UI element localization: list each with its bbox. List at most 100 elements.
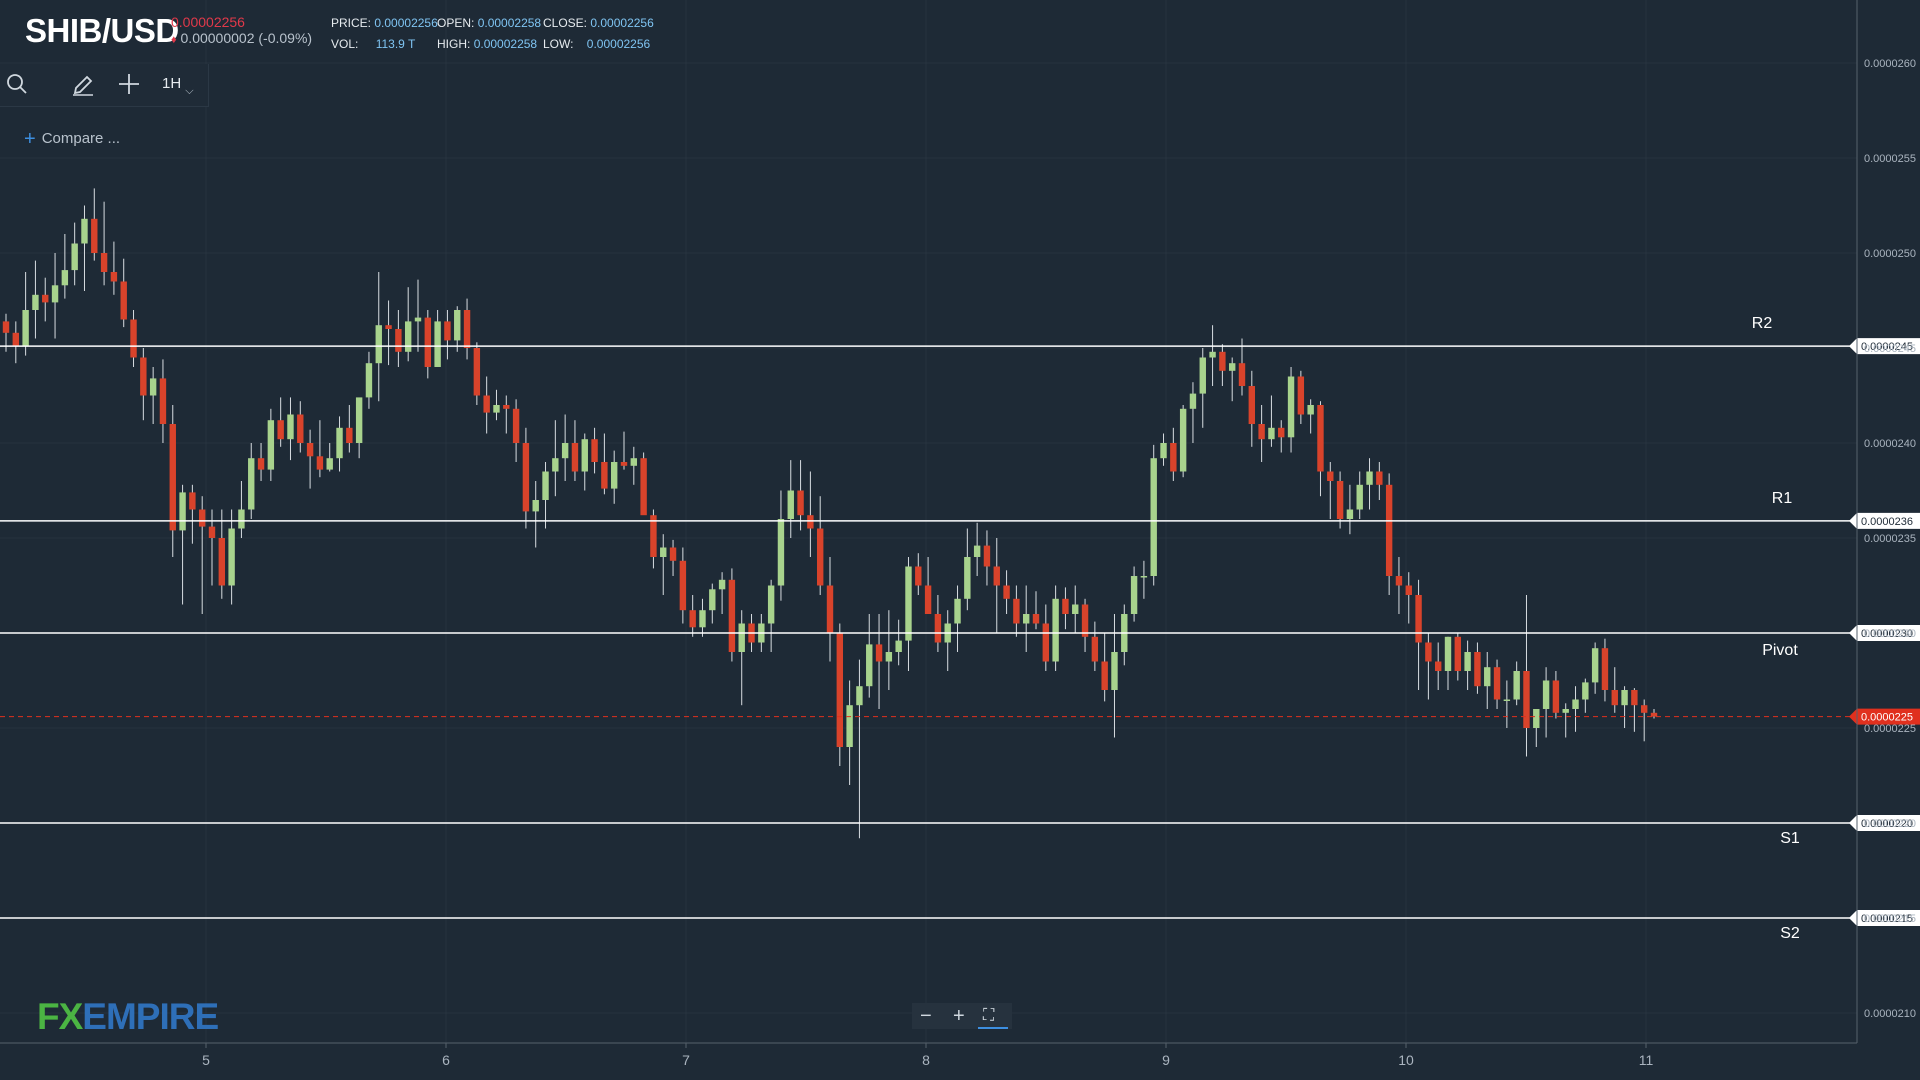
pencil-icon[interactable] xyxy=(71,73,95,101)
candle xyxy=(1130,566,1138,622)
candle xyxy=(807,471,814,557)
candle xyxy=(51,253,59,339)
candle-body xyxy=(473,348,481,396)
candle-body xyxy=(679,560,687,611)
candle-body xyxy=(434,321,441,367)
compare-button[interactable]: + Compare ... xyxy=(24,126,121,150)
candle xyxy=(81,205,88,291)
candle xyxy=(875,614,883,709)
candle xyxy=(1415,579,1422,690)
candle-body xyxy=(1278,427,1285,438)
price-chart[interactable]: R2 0.0000245 R1 0.0000236 Pivot 0.0000230 S1 0.… xyxy=(0,0,1920,1080)
candle-body xyxy=(807,515,814,529)
candle-body xyxy=(512,408,520,443)
candle-body xyxy=(1621,690,1628,706)
candle-body xyxy=(257,458,265,470)
candle xyxy=(1199,348,1206,428)
candle-body xyxy=(463,310,471,348)
candle-body xyxy=(1219,351,1226,371)
candle xyxy=(493,389,500,421)
candle-body xyxy=(1415,595,1422,643)
candle xyxy=(787,460,794,538)
candle-body xyxy=(826,585,834,633)
x-tick-label: 5 xyxy=(202,1052,210,1068)
zoom-out-button[interactable]: − xyxy=(920,1003,932,1029)
candle xyxy=(316,420,324,478)
candle-body xyxy=(1464,652,1471,671)
candle-body xyxy=(228,528,235,586)
change-value: 0.00000002 (-0.09%) xyxy=(180,30,313,46)
candle xyxy=(1228,357,1236,402)
open-label: OPEN: xyxy=(437,16,475,30)
candle xyxy=(61,234,69,299)
candle xyxy=(650,509,657,569)
candle xyxy=(1562,703,1569,738)
candle-body xyxy=(983,545,991,567)
fullscreen-button[interactable]: ⛶ xyxy=(983,1003,994,1029)
candle-body xyxy=(728,579,736,652)
candle xyxy=(512,399,520,462)
candle xyxy=(189,484,196,544)
candle xyxy=(1621,686,1628,728)
candle xyxy=(140,348,147,421)
candle-body xyxy=(738,623,745,652)
candle-body xyxy=(1523,671,1530,728)
candle-body xyxy=(375,325,382,364)
candle-body xyxy=(208,526,216,538)
candle-body xyxy=(1533,709,1540,728)
candle xyxy=(1582,678,1589,713)
candle xyxy=(130,310,137,367)
candle xyxy=(110,241,118,295)
candle-body xyxy=(32,294,39,310)
candle-body xyxy=(159,378,167,424)
candle xyxy=(973,522,981,576)
candle xyxy=(1503,680,1511,728)
candle-body xyxy=(601,462,608,489)
candle xyxy=(581,433,588,491)
candle-body xyxy=(787,490,794,519)
close-label: CLOSE: xyxy=(543,16,588,30)
candle-body xyxy=(346,427,353,443)
candle xyxy=(22,272,29,356)
ohlc-low: LOW: 0.00002256 xyxy=(543,37,650,51)
candle-body xyxy=(51,285,59,303)
candle-body xyxy=(1052,598,1059,662)
candle-body xyxy=(856,686,863,706)
candle-body xyxy=(267,420,275,470)
logo-empire: EMPIRE xyxy=(82,996,219,1037)
candle-body xyxy=(973,545,981,557)
candle-body xyxy=(1611,690,1618,706)
candle-body xyxy=(483,395,490,413)
candle-body xyxy=(1444,636,1452,671)
candle-body xyxy=(542,471,549,500)
candle-body xyxy=(149,378,157,396)
zoom-in-button[interactable]: + xyxy=(953,1003,965,1029)
current-price-tag-text: 0.0000225 xyxy=(1861,712,1913,724)
crosshair-icon[interactable] xyxy=(118,73,140,99)
candle xyxy=(1454,633,1462,681)
candle-body xyxy=(660,547,667,557)
candle-body xyxy=(1631,690,1638,706)
candle-body xyxy=(1503,699,1511,701)
compare-label: Compare ... xyxy=(41,130,121,147)
x-tick-label: 8 xyxy=(922,1052,930,1068)
candle xyxy=(610,450,618,504)
candle xyxy=(1297,370,1305,424)
candle-body xyxy=(934,614,942,643)
candle xyxy=(1572,686,1579,732)
timeframe-selector[interactable]: 1H ⌵ xyxy=(162,75,194,97)
candle xyxy=(1611,667,1618,713)
candle xyxy=(1601,638,1609,702)
candle-body xyxy=(1317,405,1324,472)
candle-body xyxy=(1081,604,1089,637)
candle xyxy=(1533,709,1540,747)
candle xyxy=(915,553,922,595)
candle xyxy=(846,680,853,785)
y-tick-label: 0.0000215 xyxy=(1864,913,1916,925)
candle xyxy=(395,310,402,367)
candle xyxy=(404,287,412,362)
candle xyxy=(1013,585,1020,637)
search-icon[interactable] xyxy=(6,73,28,99)
candle xyxy=(1072,585,1079,633)
candle xyxy=(1552,671,1560,719)
